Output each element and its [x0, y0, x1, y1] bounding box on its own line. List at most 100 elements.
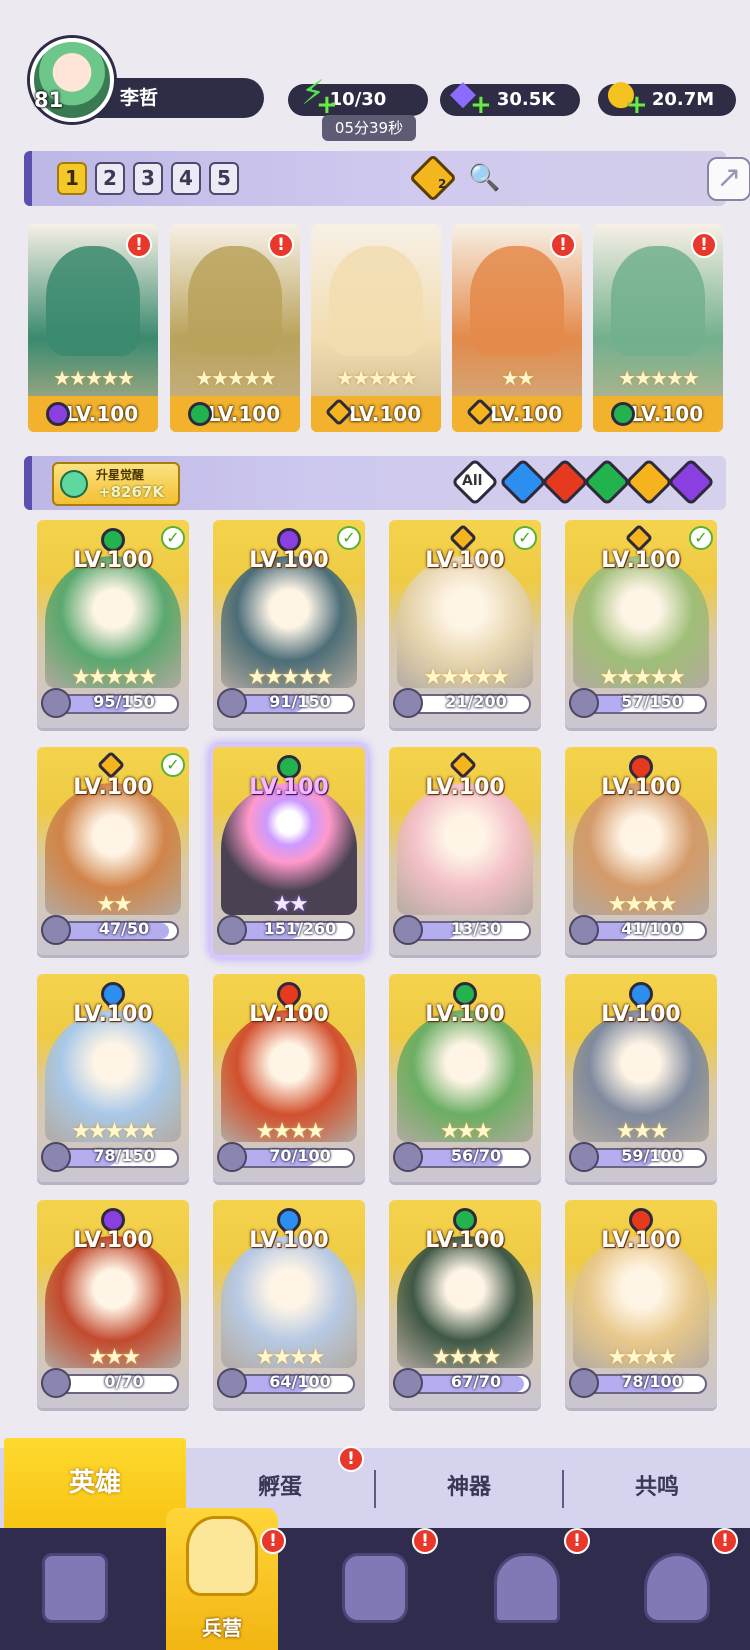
- check-icon: ✓: [161, 526, 185, 550]
- team-member-level: LV.100: [207, 402, 281, 426]
- nav-barracks-label: 兵营: [202, 1616, 242, 1640]
- hero-stars: ★★★★★: [599, 665, 686, 690]
- team-element-diamond-icon[interactable]: [408, 153, 458, 203]
- hero-card[interactable]: LV.100 ★★★★ 41/100: [565, 747, 717, 955]
- team-tab-1[interactable]: 1: [57, 162, 87, 195]
- hero-card[interactable]: LV.100 13/30: [389, 747, 541, 955]
- hero-card[interactable]: LV.100 ★★★ 56/70: [389, 974, 541, 1182]
- shard-count: 56/70: [450, 1146, 502, 1165]
- hero-portrait: [397, 783, 533, 915]
- shard-count: 41/100: [621, 919, 683, 938]
- team-tab-5[interactable]: 5: [209, 162, 239, 195]
- shard-count: 78/150: [93, 1146, 155, 1165]
- nav-mushroom[interactable]: [632, 1545, 722, 1635]
- shard-count: 0/70: [104, 1372, 144, 1391]
- team-member-level: LV.100: [65, 402, 139, 426]
- shard-count: 57/150: [621, 692, 683, 711]
- hero-card[interactable]: ✓ LV.100 ★★★★★ 57/150: [565, 520, 717, 728]
- filter-wind-icon[interactable]: [582, 457, 632, 507]
- filter-water-icon[interactable]: [498, 457, 548, 507]
- team-member-card[interactable]: ★★★★★ LV.100: [311, 224, 441, 432]
- team-member-level-plate: LV.100: [170, 396, 300, 432]
- shrine-alert-icon: !: [564, 1528, 590, 1554]
- player-avatar[interactable]: 81: [30, 38, 120, 128]
- energy-timer: 05分39秒: [322, 115, 416, 141]
- hero-level: LV.100: [73, 1002, 153, 1027]
- awaken-value: +8267K: [98, 483, 164, 501]
- team-member-alert-icon: !: [550, 232, 576, 258]
- wind-element-icon: [188, 402, 212, 426]
- share-button[interactable]: ↗: [707, 157, 750, 201]
- add-gems-button[interactable]: +: [470, 90, 492, 120]
- shard-count: 64/100: [269, 1372, 331, 1391]
- shrine-icon: [494, 1553, 560, 1623]
- hero-stars: ★★★★: [255, 1345, 326, 1370]
- team-member-stars: ★★★★★: [336, 366, 418, 390]
- hero-stars: ★★★★★: [71, 1119, 158, 1144]
- shard-count: 67/70: [450, 1372, 502, 1391]
- hero-level: LV.100: [249, 548, 329, 573]
- hero-card[interactable]: LV.100 ★★★ 0/70: [37, 1200, 189, 1408]
- hero-stars: ★★★★: [607, 892, 678, 917]
- hero-stars: ★★★: [615, 1119, 669, 1144]
- team-member-level: LV.100: [348, 402, 422, 426]
- cards-icon: [42, 1553, 108, 1623]
- team-member-stars: ★★★★★: [53, 366, 135, 390]
- hero-card[interactable]: LV.100 ★★★★ 64/100: [213, 1200, 365, 1408]
- shard-count: 59/100: [621, 1146, 683, 1165]
- shard-count: 21/200: [445, 692, 507, 711]
- team-tab-2[interactable]: 2: [95, 162, 125, 195]
- team-member-level: LV.100: [630, 402, 704, 426]
- tab-resonance[interactable]: 共鸣: [564, 1448, 750, 1528]
- hero-card[interactable]: LV.100 ★★ 151/260: [213, 747, 365, 955]
- hero-card[interactable]: LV.100 ★★★★★ 78/150: [37, 974, 189, 1182]
- wind-element-icon: [611, 402, 635, 426]
- nav-barracks[interactable]: 兵营: [166, 1508, 278, 1650]
- shard-count: 13/30: [450, 919, 502, 938]
- tab-artifact[interactable]: 神器: [376, 1448, 562, 1528]
- check-icon: ✓: [337, 526, 361, 550]
- team-member-level-plate: LV.100: [593, 396, 723, 432]
- add-gold-button[interactable]: +: [626, 90, 648, 120]
- tab-heroes[interactable]: 英雄: [4, 1438, 186, 1528]
- team-member-level-plate: LV.100: [311, 396, 441, 432]
- awaken-icon: [60, 470, 88, 498]
- hero-level: LV.100: [601, 1228, 681, 1253]
- search-icon[interactable]: 🔍: [468, 163, 500, 193]
- hero-card[interactable]: LV.100 ★★★ 59/100: [565, 974, 717, 1182]
- hero-level: LV.100: [249, 775, 329, 800]
- filter-light-icon[interactable]: [624, 457, 674, 507]
- book-icon: [342, 1553, 408, 1623]
- team-member-portrait: [46, 246, 140, 356]
- filter-fire-icon[interactable]: [540, 457, 590, 507]
- hero-stars: ★★★★★: [71, 665, 158, 690]
- awaken-button[interactable]: 升星觉醒 +8267K: [52, 462, 180, 506]
- filter-dark-icon[interactable]: [666, 457, 716, 507]
- shard-count: 78/100: [621, 1372, 683, 1391]
- barracks-icon: [186, 1516, 258, 1596]
- nav-quest-book[interactable]: [330, 1545, 420, 1635]
- mushroom-icon: [644, 1553, 710, 1623]
- team-tab-4[interactable]: 4: [171, 162, 201, 195]
- team-member-portrait: [470, 246, 564, 356]
- hero-card[interactable]: ✓ LV.100 ★★★★★ 91/150: [213, 520, 365, 728]
- team-member-level-plate: LV.100: [452, 396, 582, 432]
- hero-card[interactable]: LV.100 ★★★★ 70/100: [213, 974, 365, 1182]
- team-member-stars: ★★★★★: [195, 366, 277, 390]
- team-tab-3[interactable]: 3: [133, 162, 163, 195]
- hero-level: LV.100: [601, 548, 681, 573]
- hero-card[interactable]: ✓ LV.100 ★★★★★ 21/200: [389, 520, 541, 728]
- player-level: 81: [34, 88, 64, 112]
- team-member-alert-icon: !: [268, 232, 294, 258]
- hero-card[interactable]: LV.100 ★★★★ 78/100: [565, 1200, 717, 1408]
- team-member-level: LV.100: [489, 402, 563, 426]
- hero-stars: ★★★: [87, 1345, 141, 1370]
- team-member-level-plate: LV.100: [28, 396, 158, 432]
- hero-card[interactable]: ✓ LV.100 ★★★★★ 95/150: [37, 520, 189, 728]
- nav-shrine[interactable]: [482, 1545, 572, 1635]
- hero-stars: ★★★★: [431, 1345, 502, 1370]
- hero-card[interactable]: LV.100 ★★★★ 67/70: [389, 1200, 541, 1408]
- nav-cards[interactable]: [30, 1545, 120, 1635]
- team-member-portrait: [611, 246, 705, 356]
- hero-card[interactable]: ✓ LV.100 ★★ 47/50: [37, 747, 189, 955]
